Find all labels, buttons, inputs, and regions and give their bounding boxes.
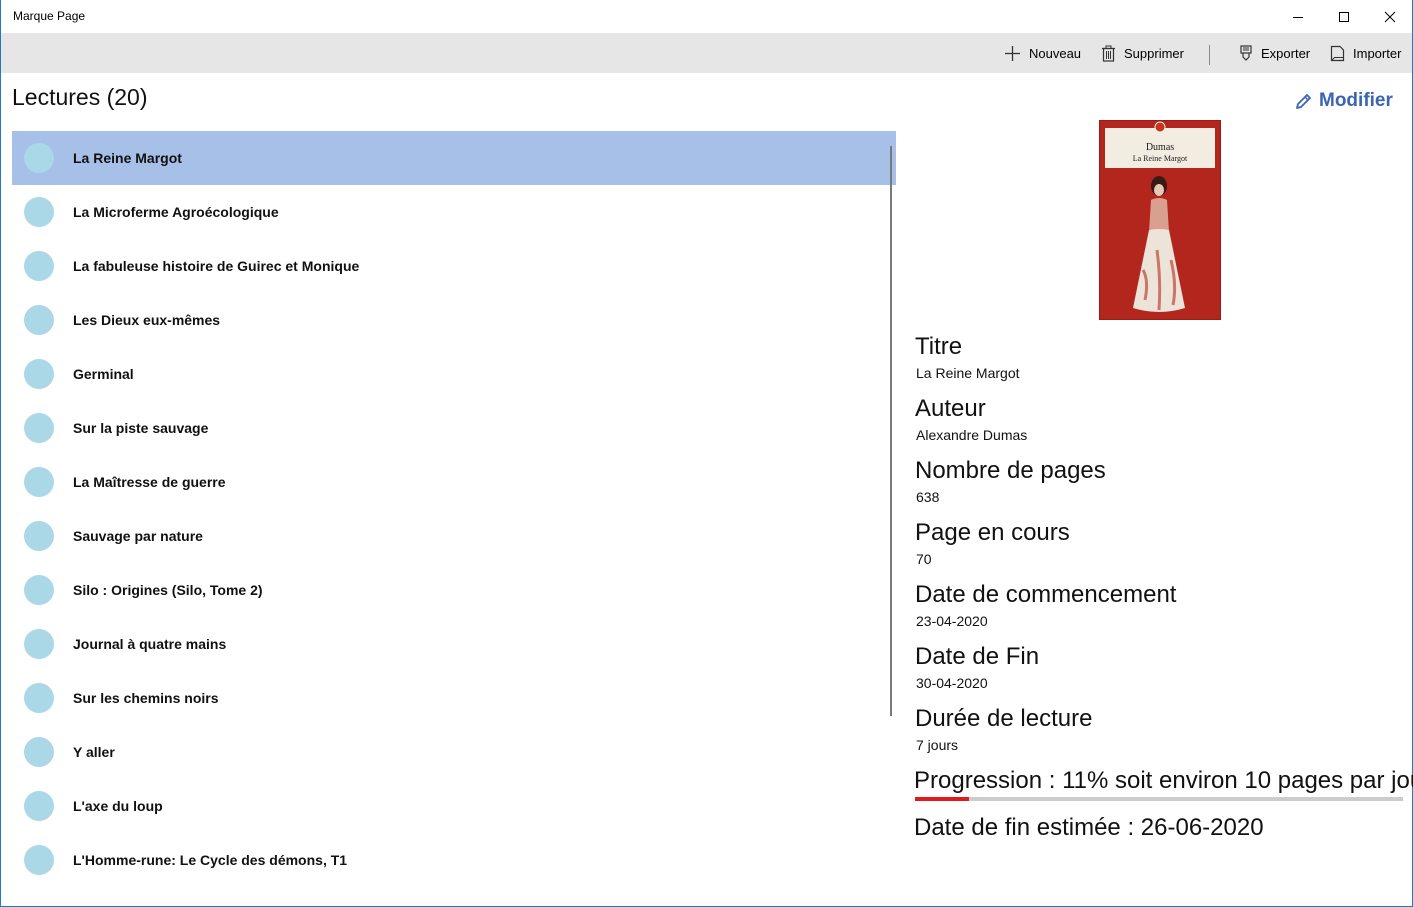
delete-label: Supprimer xyxy=(1124,45,1184,61)
book-cover-image: Dumas La Reine Margot xyxy=(1099,120,1221,320)
book-avatar xyxy=(24,845,54,875)
list-item[interactable]: Y aller xyxy=(12,725,896,779)
command-separator xyxy=(1209,45,1210,65)
list-item-label: Silo : Origines (Silo, Tome 2) xyxy=(73,582,263,598)
trash-icon xyxy=(1102,45,1115,62)
list-item-label: La Maîtresse de guerre xyxy=(73,474,226,490)
book-avatar xyxy=(24,629,54,659)
book-avatar xyxy=(24,467,54,497)
list-item-label: Sur la piste sauvage xyxy=(73,420,209,436)
duration-label: Durée de lecture xyxy=(915,705,1093,732)
list-item-label: Sur les chemins noirs xyxy=(73,690,219,706)
export-icon xyxy=(1240,44,1252,61)
list-item[interactable]: Les Dieux eux-mêmes xyxy=(12,293,896,347)
book-avatar xyxy=(24,737,54,767)
list-item-label: Les Dieux eux-mêmes xyxy=(73,312,221,328)
pages-label: Nombre de pages xyxy=(915,457,1106,484)
list-item-label: L'axe du loup xyxy=(73,798,163,814)
author-value: Alexandre Dumas xyxy=(916,427,1028,443)
list-item[interactable]: La Maîtresse de guerre xyxy=(12,455,896,509)
progress-bar-fill xyxy=(915,797,969,801)
list-item-label: La fabuleuse histoire de Guirec et Moniq… xyxy=(73,258,360,274)
list-item[interactable]: Germinal xyxy=(12,347,896,401)
list-title: Lectures (20) xyxy=(12,84,148,110)
current-page-value: 70 xyxy=(916,551,932,567)
book-avatar xyxy=(24,359,54,389)
start-date-value: 23-04-2020 xyxy=(916,613,988,629)
list-item[interactable]: L'Homme-rune: Le Cycle des démons, T1 xyxy=(12,833,896,887)
book-avatar xyxy=(24,575,54,605)
book-avatar xyxy=(24,521,54,551)
list-item-label: Journal à quatre mains xyxy=(73,636,227,652)
list-item-label: La Reine Margot xyxy=(73,150,182,166)
delete-button[interactable]: Supprimer xyxy=(1101,33,1184,73)
maximize-button[interactable] xyxy=(1321,0,1367,33)
duration-value: 7 jours xyxy=(916,737,959,753)
list-item[interactable]: La fabuleuse histoire de Guirec et Moniq… xyxy=(12,239,896,293)
import-icon xyxy=(1330,45,1345,61)
close-button[interactable] xyxy=(1367,0,1413,33)
title-label: Titre xyxy=(915,333,963,360)
start-date-label: Date de commencement xyxy=(915,581,1177,608)
minimize-icon xyxy=(1293,16,1303,18)
new-button[interactable]: Nouveau xyxy=(1004,33,1081,73)
cover-title: La Reine Margot xyxy=(1133,154,1188,163)
list-item-label: Sauvage par nature xyxy=(73,528,203,544)
app-title: Marque Page xyxy=(13,9,86,23)
import-button[interactable]: Importer xyxy=(1330,33,1401,73)
current-page-label: Page en cours xyxy=(915,519,1070,546)
author-label: Auteur xyxy=(915,395,986,422)
export-button[interactable]: Exporter xyxy=(1239,33,1310,73)
end-date-label: Date de Fin xyxy=(915,643,1040,670)
title-value: La Reine Margot xyxy=(916,365,1020,381)
book-avatar xyxy=(24,305,54,335)
estimated-end-date: Date de fin estimée : 26-06-2020 xyxy=(914,814,1264,841)
maximize-icon xyxy=(1339,11,1349,22)
export-label: Exporter xyxy=(1261,45,1311,61)
end-date-value: 30-04-2020 xyxy=(916,675,988,691)
book-avatar xyxy=(24,413,54,443)
book-avatar xyxy=(24,683,54,713)
cover-author: Dumas xyxy=(1146,142,1174,153)
list-item[interactable]: Sur les chemins noirs xyxy=(12,671,896,725)
book-avatar xyxy=(24,197,54,227)
list-item[interactable]: La Reine Margot xyxy=(12,131,896,185)
list-item[interactable]: La Microferme Agroécologique xyxy=(12,185,896,239)
list-item[interactable]: Silo : Origines (Silo, Tome 2) xyxy=(12,563,896,617)
modify-button[interactable]: Modifier xyxy=(1294,90,1393,112)
list-item-label: Germinal xyxy=(73,366,134,382)
book-avatar xyxy=(24,251,54,281)
list-scrollbar[interactable] xyxy=(890,146,892,716)
command-bar: Nouveau Supprimer Exporter Importer xyxy=(1,33,1412,73)
list-item[interactable]: Sur la piste sauvage xyxy=(12,401,896,455)
import-label: Importer xyxy=(1353,45,1402,61)
plus-icon xyxy=(1005,45,1020,61)
book-avatar xyxy=(24,143,54,173)
progress-bar xyxy=(915,797,1403,801)
close-icon xyxy=(1384,11,1396,22)
minimize-button[interactable] xyxy=(1275,0,1321,33)
list-item[interactable]: L'axe du loup xyxy=(12,779,896,833)
modify-label: Modifier xyxy=(1319,90,1393,111)
list-item[interactable]: Journal à quatre mains xyxy=(12,617,896,671)
list-item-label: Y aller xyxy=(73,744,115,760)
progress-label: Progression : 11% soit environ 10 pages … xyxy=(914,767,1413,794)
pages-value: 638 xyxy=(916,489,940,505)
book-avatar xyxy=(24,791,54,821)
list-item-label: La Microferme Agroécologique xyxy=(73,204,279,220)
title-bar: Marque Page xyxy=(1,0,1412,33)
book-list[interactable]: La Reine Margot La Microferme Agroécologi… xyxy=(12,131,896,907)
list-item-label: L'Homme-rune: Le Cycle des démons, T1 xyxy=(73,852,348,868)
new-label: Nouveau xyxy=(1029,45,1082,61)
list-item[interactable]: Sauvage par nature xyxy=(12,509,896,563)
pencil-icon xyxy=(1296,93,1311,109)
